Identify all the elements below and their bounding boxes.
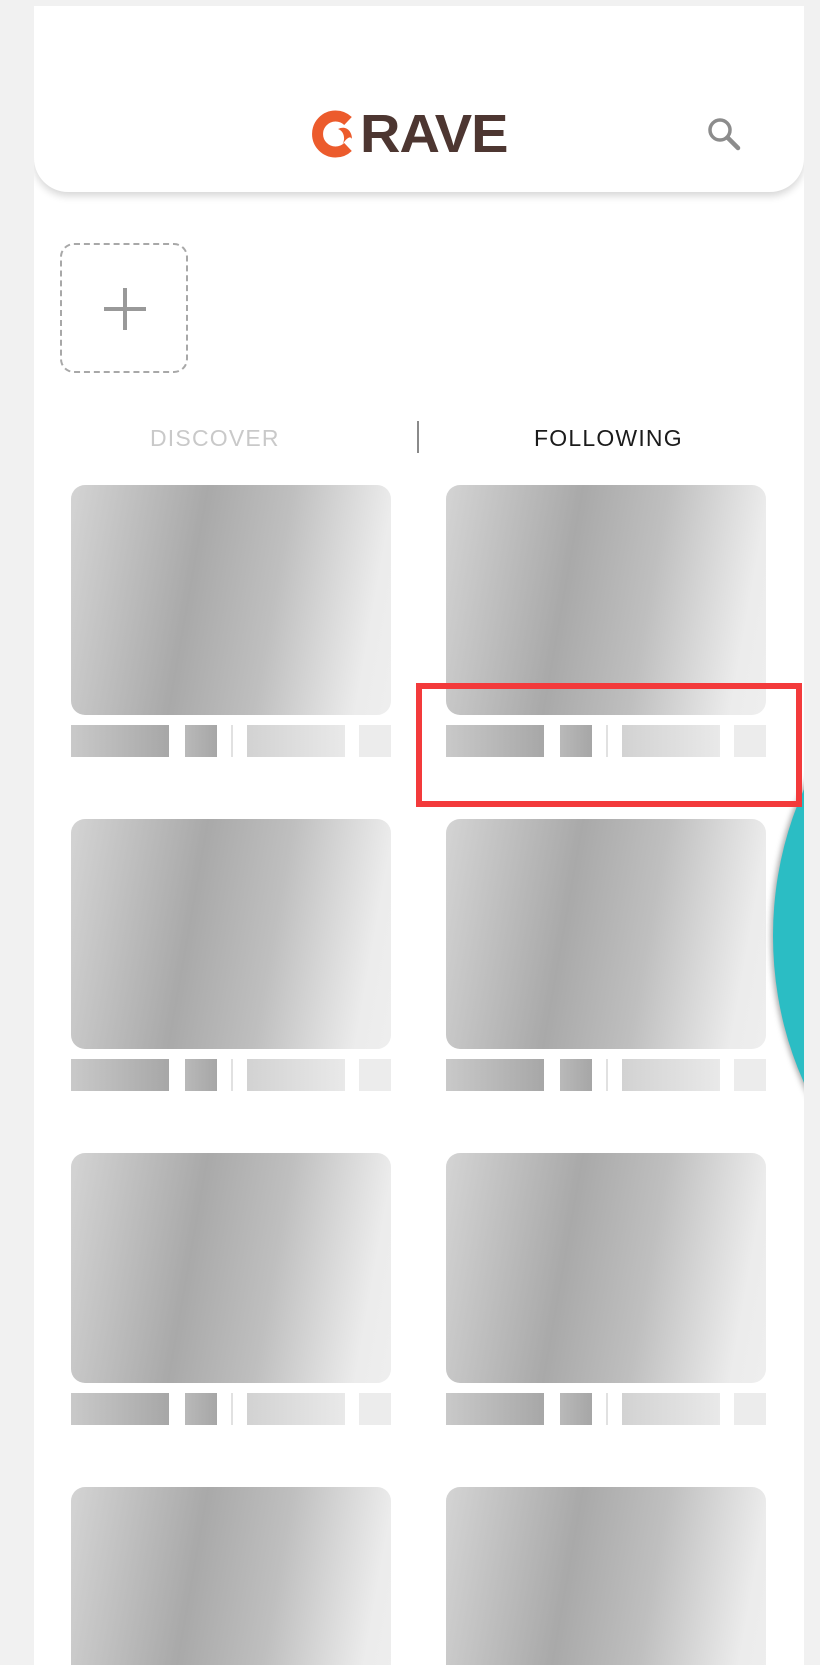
meta-bar: [185, 1393, 217, 1425]
meta-separator: [606, 1393, 608, 1425]
meta-separator: [606, 1059, 608, 1091]
plus-icon: [104, 288, 146, 330]
meta-bar: [359, 1059, 391, 1091]
feed-card-placeholder[interactable]: [446, 1153, 766, 1383]
meta-bar: [446, 1393, 544, 1425]
tab-following[interactable]: FOLLOWING: [534, 418, 683, 458]
card-meta-placeholder: [446, 1059, 766, 1091]
feed-tabs: DISCOVER FOLLOWING: [34, 418, 804, 458]
meta-bar: [622, 725, 720, 757]
meta-bar: [734, 1393, 766, 1425]
tab-divider: [417, 421, 419, 453]
crave-logo: RAVE: [308, 103, 508, 164]
card-meta-placeholder: [446, 1393, 766, 1425]
app-screen: RAVE DISCOVER FOLLOWING: [34, 6, 804, 1665]
meta-bar: [247, 1059, 345, 1091]
feed-card-placeholder[interactable]: [71, 1153, 391, 1383]
floating-action-button[interactable]: [773, 626, 804, 1246]
meta-bar: [71, 725, 169, 757]
meta-bar: [560, 1059, 592, 1091]
meta-bar: [185, 725, 217, 757]
feed-card-placeholder[interactable]: [71, 819, 391, 1049]
meta-bar: [71, 1393, 169, 1425]
card-meta-placeholder: [71, 725, 391, 757]
meta-separator: [231, 1059, 233, 1091]
meta-separator: [231, 1393, 233, 1425]
add-story-button[interactable]: [60, 243, 188, 373]
search-icon: [708, 118, 741, 151]
meta-bar: [71, 1059, 169, 1091]
meta-bar: [560, 725, 592, 757]
tab-discover[interactable]: DISCOVER: [150, 418, 280, 458]
card-meta-placeholder: [446, 725, 766, 757]
meta-bar: [734, 1059, 766, 1091]
meta-separator: [231, 725, 233, 757]
card-meta-placeholder: [71, 1059, 391, 1091]
logo-wordmark: RAVE: [360, 103, 508, 164]
app-header: RAVE: [34, 6, 804, 192]
feed-card-placeholder[interactable]: [446, 819, 766, 1049]
feed-card-placeholder[interactable]: [71, 1487, 391, 1665]
card-meta-placeholder: [71, 1393, 391, 1425]
meta-bar: [622, 1393, 720, 1425]
meta-bar: [446, 725, 544, 757]
meta-bar: [185, 1059, 217, 1091]
meta-separator: [606, 725, 608, 757]
meta-bar: [622, 1059, 720, 1091]
meta-bar: [247, 1393, 345, 1425]
meta-bar: [734, 725, 766, 757]
meta-bar: [359, 1393, 391, 1425]
meta-bar: [359, 725, 391, 757]
meta-bar: [247, 725, 345, 757]
feed-card-placeholder[interactable]: [446, 1487, 766, 1665]
feed-card-placeholder[interactable]: [446, 485, 766, 715]
meta-bar: [446, 1059, 544, 1091]
meta-bar: [560, 1393, 592, 1425]
feed-card-placeholder[interactable]: [71, 485, 391, 715]
search-button[interactable]: [704, 114, 746, 156]
logo-flame-c-icon: [312, 110, 352, 158]
